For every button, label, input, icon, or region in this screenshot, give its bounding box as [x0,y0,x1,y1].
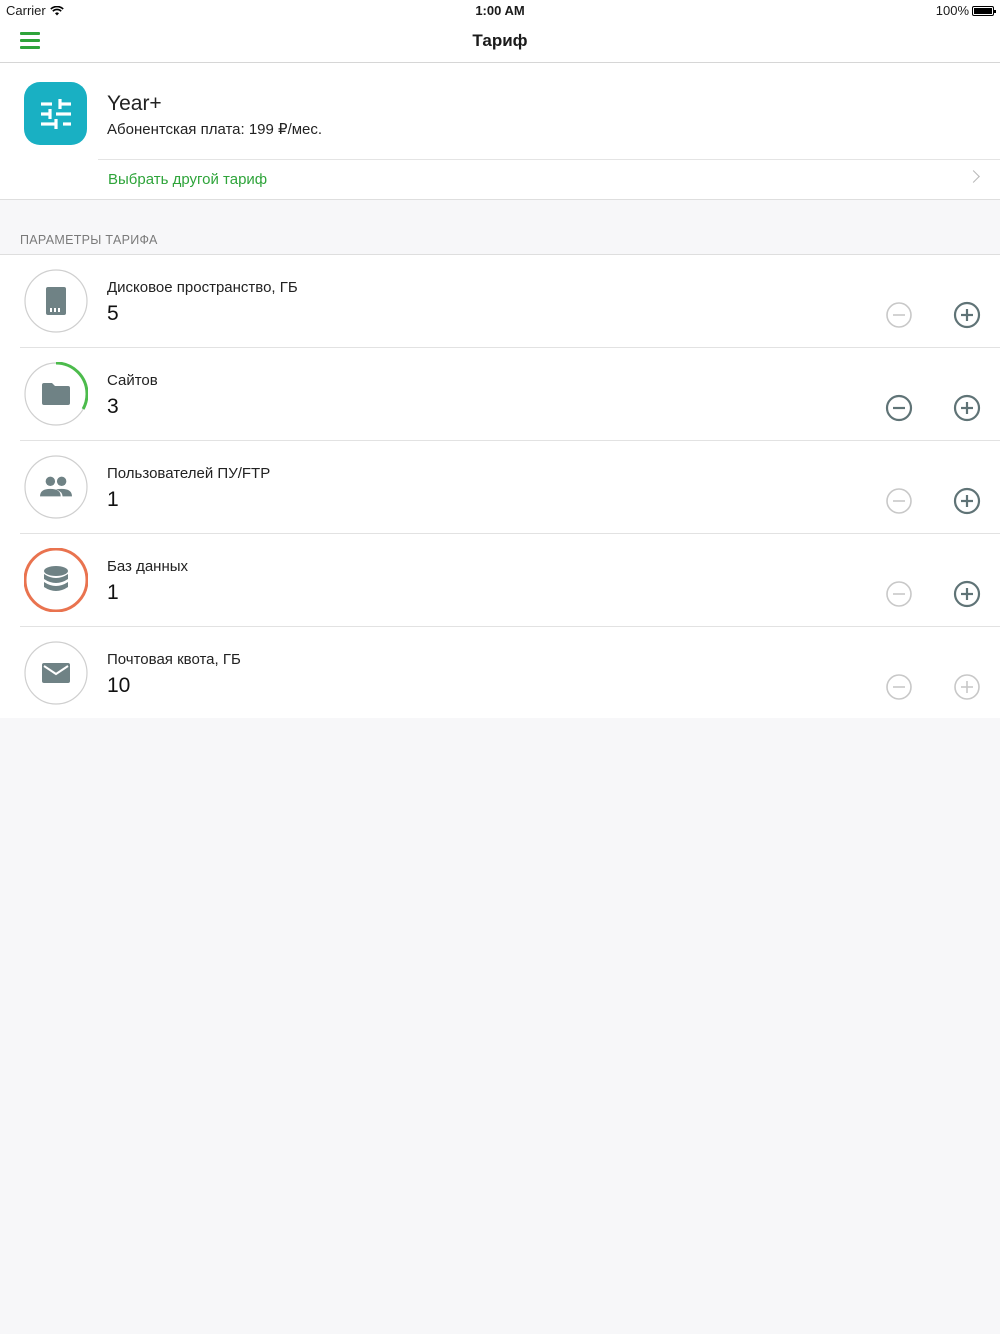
decrement-button[interactable] [885,673,913,701]
change-plan-button[interactable]: Выбрать другой тариф [98,160,1000,198]
folder-icon [40,378,72,410]
param-label: Почтовая квота, ГБ [107,651,241,668]
database-icon [40,564,72,596]
navigation-bar: Тариф [0,22,1000,63]
param-value: 10 [107,674,131,697]
param-label: Сайтов [107,372,158,389]
param-label: Пользователей ПУ/FTP [107,465,271,482]
users-icon [40,471,72,503]
storage-icon [40,285,72,317]
param-row: Сайтов 3 [20,347,1000,440]
param-row: Почтовая квота, ГБ 10 [20,626,1000,719]
param-value: 1 [107,581,119,604]
param-label: Дисковое пространство, ГБ [107,279,298,296]
mail-icon [40,657,72,689]
battery-icon [972,5,996,16]
section-header: ПАРАМЕТРЫ ТАРИФА [20,233,158,247]
decrement-button[interactable] [885,580,913,608]
users-usage-ring [24,455,88,519]
param-label: Баз данных [107,558,189,575]
decrement-button[interactable] [885,487,913,515]
increment-button[interactable] [953,580,981,608]
status-bar: Carrier 1:00 AM 100% [0,0,1000,22]
decrement-button[interactable] [885,394,913,422]
plan-fee: Абонентская плата: 199 ₽/мес. [107,121,323,138]
plan-name: Year+ [107,92,162,115]
battery-percent: 100% [935,3,969,18]
plan-card: Year+ Абонентская плата: 199 ₽/мес. Выбр… [0,63,1000,200]
empty-area [0,718,1000,1334]
param-row: Дисковое пространство, ГБ 5 [0,255,1000,347]
sliders-icon [24,82,87,145]
database-usage-ring [24,548,88,612]
status-time: 1:00 AM [475,3,525,18]
param-row: Пользователей ПУ/FTP 1 [20,440,1000,533]
storage-usage-ring [24,269,88,333]
increment-button[interactable] [953,673,981,701]
params-list: Дисковое пространство, ГБ 5 Сайтов 3 Пол… [0,254,1000,720]
folder-usage-ring [24,362,88,426]
mail-usage-ring [24,641,88,705]
param-value: 5 [107,302,119,325]
increment-button[interactable] [953,394,981,422]
increment-button[interactable] [953,487,981,515]
param-value: 1 [107,488,119,511]
decrement-button[interactable] [885,301,913,329]
param-value: 3 [107,395,119,418]
battery-indicator: 100% [935,3,996,18]
change-plan-label: Выбрать другой тариф [108,171,268,188]
param-row: Баз данных 1 [20,533,1000,626]
chevron-right-icon [967,170,980,183]
page-title: Тариф [472,31,528,50]
increment-button[interactable] [953,301,981,329]
